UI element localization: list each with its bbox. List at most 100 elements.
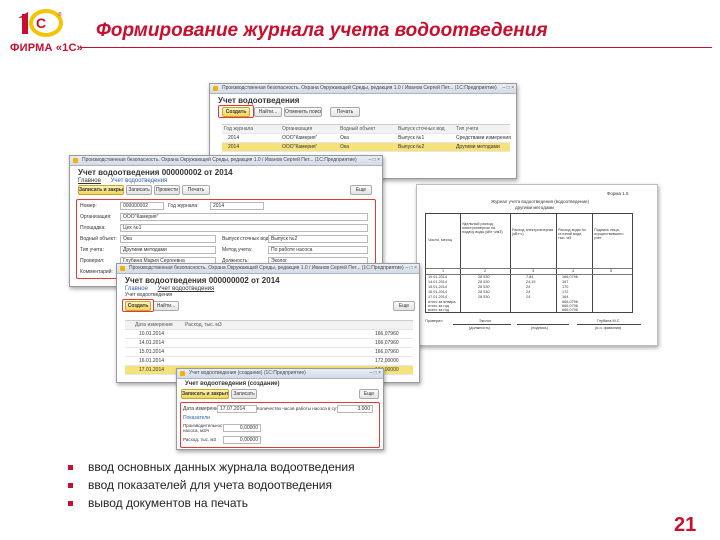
more-button[interactable]: Еще: [350, 185, 372, 195]
form-header: Учет водоотведения 000000002 от 2014: [78, 168, 233, 177]
table-row[interactable]: 15.01.2014 166,07960: [125, 348, 413, 357]
column-header[interactable]: Дата измерения: [135, 321, 173, 329]
form-header: Учет водоотведения (создание): [185, 381, 280, 387]
table-cell: 166,07960: [375, 331, 399, 337]
window-title-bar: Производственная безопасность. Охрана Ок…: [210, 84, 516, 94]
year-field[interactable]: 2014: [210, 202, 264, 210]
journal-table: Число, месяц Удельный расход электроэнер…: [425, 213, 633, 313]
column-header[interactable]: Выпуск сточных вод: [398, 125, 445, 133]
year-label: Год журнала:: [168, 203, 199, 209]
table-row[interactable]: 16.01.2014 172,00000: [125, 357, 413, 366]
write-button[interactable]: Записать: [126, 185, 152, 195]
table-cell: 28 530: [478, 280, 490, 284]
column-header[interactable]: Расход, тыс. м3: [185, 321, 222, 329]
flow-label: Расход, тыс. м3: [183, 437, 216, 442]
column-number: 5: [610, 269, 613, 273]
print-document-preview: Форма 1.5 Журнал учета водоотведения (во…: [416, 184, 658, 346]
column-header: Подпись лица, осуществившего учет: [594, 228, 624, 240]
sign-caption: (подпись): [531, 326, 548, 330]
table-header-row: Год журнала Организация Водный объект Вы…: [222, 125, 510, 134]
form-label: Форма 1.5: [607, 191, 629, 196]
post-button[interactable]: Провести: [154, 185, 180, 195]
find-button[interactable]: Найти...: [254, 107, 282, 117]
table-cell: 24: [526, 285, 531, 289]
form-header: Учет водоотведения: [218, 96, 300, 105]
productivity-label: Производительность насоса, м3/ч: [183, 423, 227, 433]
cancel-search-button[interactable]: Отменить поиск: [284, 107, 322, 117]
pump-hours-label: Количество часов работы насоса в сутки, …: [257, 406, 349, 411]
table-cell: 10.01.2014: [139, 331, 165, 337]
toolbar: Записать и закрыть Записать Провести Печ…: [70, 184, 382, 196]
window-title-text: Производственная безопасность. Охрана Ок…: [82, 157, 357, 163]
date-field[interactable]: 17.07.2014: [217, 405, 257, 413]
table-cell: 28 530: [478, 290, 490, 294]
row-divider: [426, 268, 632, 269]
table-row[interactable]: 10.01.2014 166,07960: [125, 330, 413, 339]
table-cell: 15.01.2014: [428, 285, 448, 289]
productivity-field[interactable]: 0,00000: [223, 424, 261, 432]
logo-firm-text: ФИРМА «1С»: [10, 42, 83, 54]
column-header[interactable]: Водный объект: [340, 125, 375, 133]
page-number: 21: [674, 514, 697, 536]
more-button[interactable]: Еще: [393, 301, 415, 311]
column-header[interactable]: Год журнала: [224, 125, 253, 133]
table-cell: 7,84: [526, 275, 534, 279]
column-header[interactable]: Тип учета: [456, 125, 478, 133]
window-title-text: Учет водоотведения (создание) (1С:Предпр…: [189, 370, 306, 376]
number-field[interactable]: 000000002: [120, 202, 164, 210]
window-title-text: Производственная безопасность. Охрана Ок…: [222, 85, 497, 91]
signature-name: Глубина М.С: [597, 319, 620, 323]
organization-field[interactable]: ООО"Камерия": [120, 213, 368, 221]
indicators-section-label: Показатели: [183, 415, 210, 421]
find-button[interactable]: Найти...: [153, 301, 179, 311]
bullet-list: ввод основных данных журнала водоотведен…: [68, 458, 355, 512]
table-cell: 24: [526, 290, 531, 294]
outlet-label: Выпуск сточных вод:: [222, 236, 270, 242]
bullet-item: вывод документов на печать: [68, 494, 355, 512]
save-close-button[interactable]: Записать и закрыть: [181, 389, 229, 399]
column-header[interactable]: Организация: [282, 125, 312, 133]
table-cell: Другими методами: [456, 144, 500, 150]
table-row[interactable]: 2014 ООО"Камерия" Ока Выпуск №1 Средства…: [222, 134, 511, 143]
type-field[interactable]: Другими методами: [120, 246, 216, 254]
table-cell: 172,00000: [375, 358, 399, 364]
water-object-label: Водный объект:: [80, 236, 117, 242]
print-button[interactable]: Печать: [182, 185, 210, 195]
title-divider: [80, 47, 712, 48]
organization-label: Организация:: [80, 214, 112, 220]
section-title: Учет водоотведения: [125, 292, 173, 298]
pump-hours-field[interactable]: 3,000: [337, 405, 373, 413]
table-cell: 166,07960: [375, 349, 399, 355]
company-logo: C ® ФИРМА «1С»: [10, 8, 83, 56]
table-cell: 166,0796: [562, 275, 578, 279]
water-object-field[interactable]: Ока: [120, 235, 216, 243]
method-field[interactable]: По работе насоса: [268, 246, 368, 254]
window-controls[interactable]: – □ ×: [406, 264, 418, 273]
signature-line: [577, 324, 641, 325]
flow-field[interactable]: 0,00000: [223, 436, 261, 444]
table-cell: ООО"Камерия": [282, 135, 318, 141]
site-label: Площадка:: [80, 225, 106, 231]
document-subtitle: другими методами: [515, 205, 554, 210]
comment-label: Комментарий:: [80, 269, 113, 275]
table-cell: 2014: [228, 135, 240, 141]
window-controls[interactable]: – □ ×: [370, 369, 382, 378]
col-divider: [510, 214, 511, 312]
table-cell: 166,07960: [375, 340, 399, 346]
window-title-bar: Производственная безопасность. Охрана Ок…: [117, 264, 419, 274]
window-controls[interactable]: – □ ×: [369, 156, 381, 165]
write-button[interactable]: Записать: [231, 389, 257, 399]
total-label: всего за год: [428, 308, 449, 312]
highlight-frame: [218, 105, 254, 118]
create-measurement-window: Учет водоотведения (создание) (1С:Предпр…: [176, 368, 384, 450]
table-header-row: Дата измерения Расход, тыс. м3: [125, 321, 413, 330]
site-field[interactable]: Цех №1: [120, 224, 368, 232]
table-row[interactable]: 14.01.2014 166,07960: [125, 339, 413, 348]
position-caption: (должность): [469, 326, 491, 330]
more-button[interactable]: Еще: [359, 389, 379, 399]
save-close-button[interactable]: Записать и закрыть: [78, 185, 124, 195]
outlet-field[interactable]: Выпуск №2: [268, 235, 368, 243]
window-controls[interactable]: – □ ×: [503, 84, 515, 93]
print-button[interactable]: Печать: [330, 107, 360, 117]
table-row-selected[interactable]: 2014 ООО"Камерия" Ока Выпуск №2 Другими …: [222, 143, 510, 152]
